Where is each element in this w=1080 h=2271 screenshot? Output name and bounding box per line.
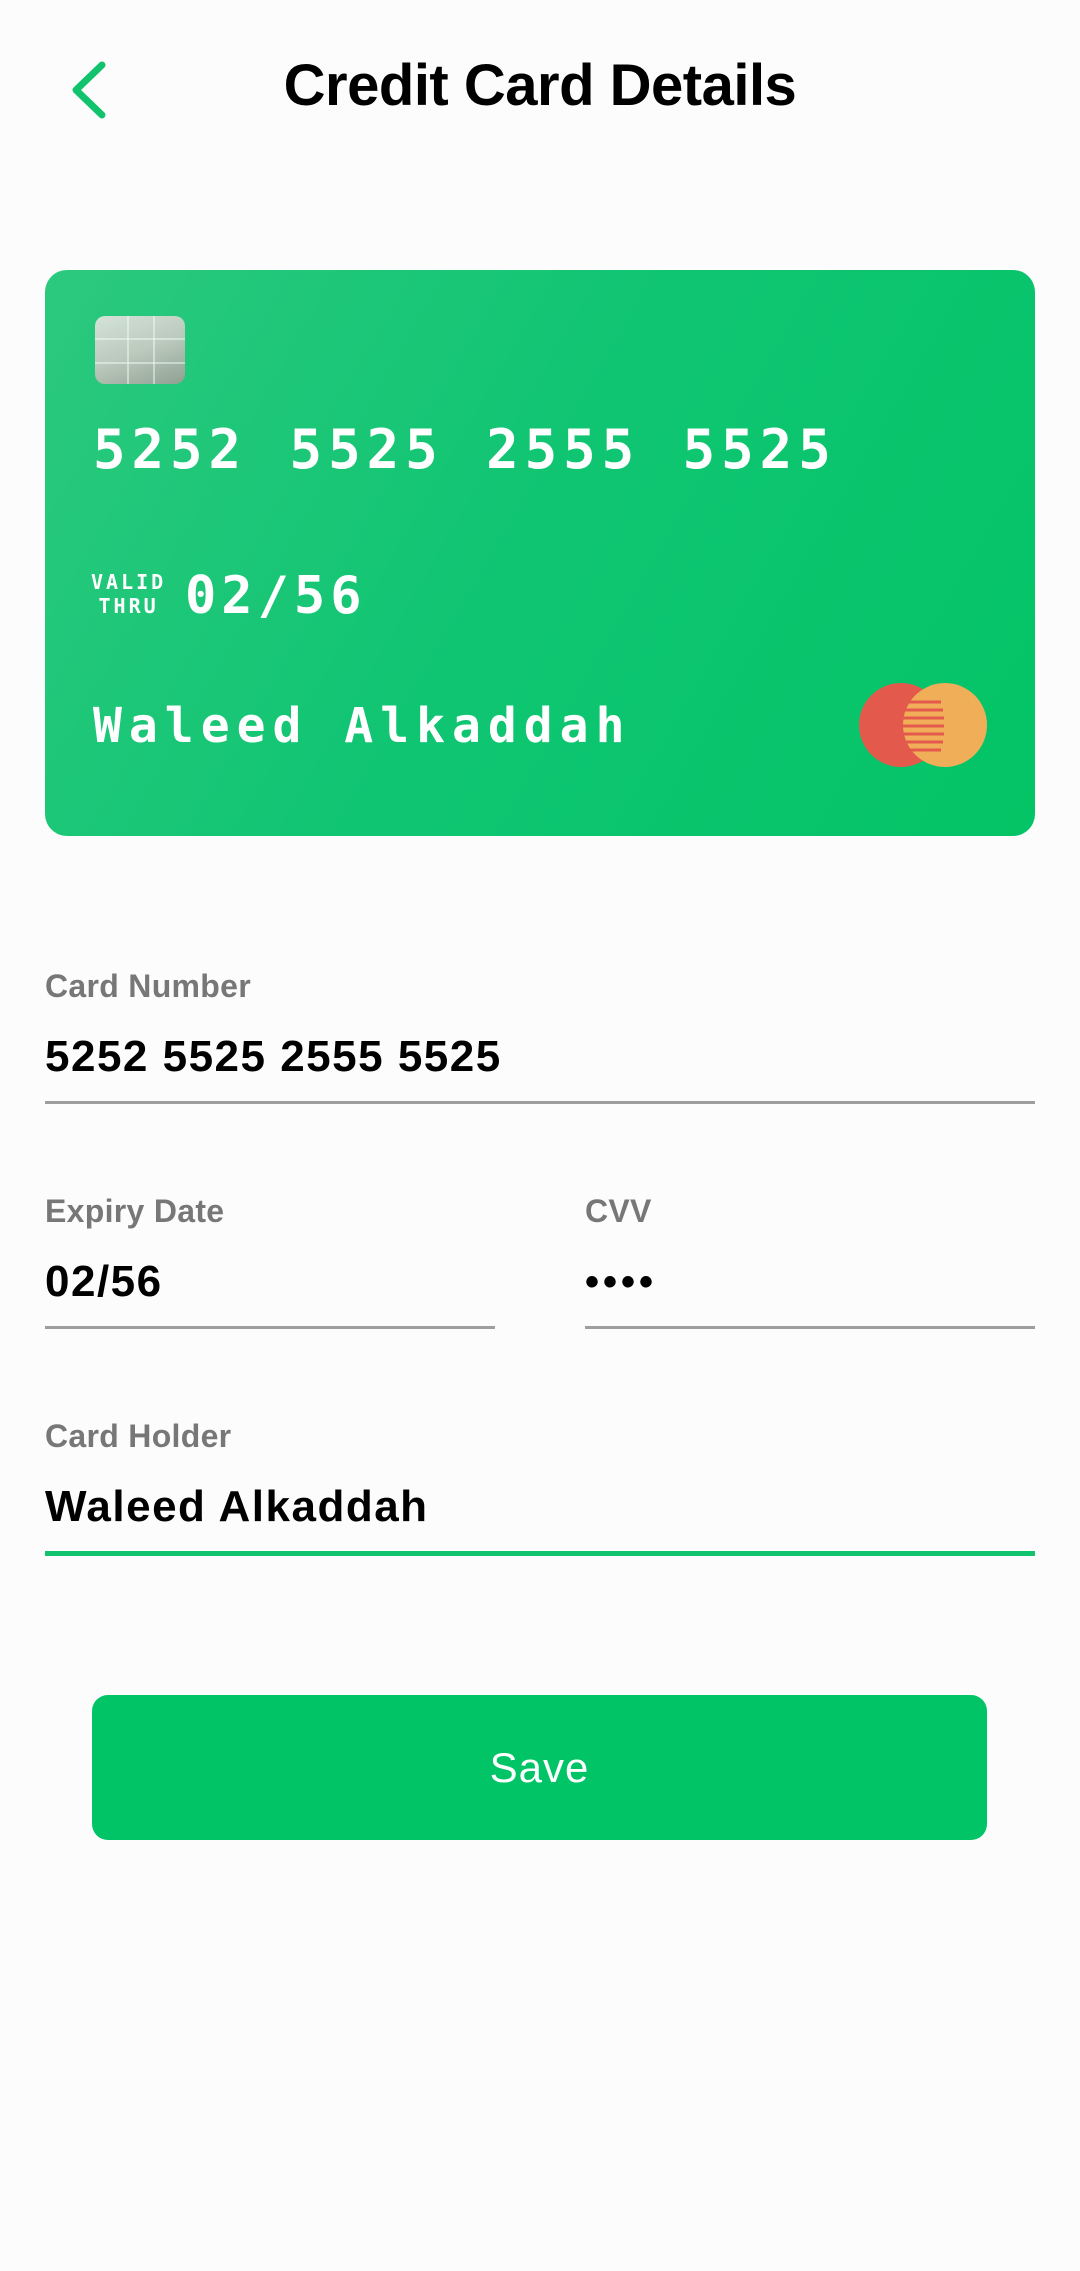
valid-thru-line2: THRU	[98, 594, 159, 618]
cvv-underline	[585, 1326, 1035, 1329]
mastercard-logo	[859, 683, 987, 767]
credit-card-details-screen: Credit Card Details 5252 5525 2555 5525 …	[0, 0, 1080, 2271]
cvv-field: CVV ••••	[585, 1193, 1035, 1329]
card-number-underline	[45, 1101, 1035, 1104]
expiry-date-label: Expiry Date	[45, 1193, 225, 1229]
cvv-input[interactable]: ••••	[585, 1252, 1035, 1312]
card-number-input[interactable]: 5252 5525 2555 5525	[45, 1027, 1035, 1087]
page-title: Credit Card Details	[283, 53, 797, 118]
card-holder-field: Card Holder Waleed Alkaddah	[45, 1418, 1035, 1556]
valid-thru-line1: VALID	[91, 570, 167, 594]
expiry-date-underline	[45, 1326, 495, 1329]
card-preview-expiry: 02/56	[185, 566, 367, 626]
expiry-date-field: Expiry Date 02/56	[45, 1193, 495, 1329]
card-holder-label: Card Holder	[45, 1418, 232, 1454]
valid-thru-label: VALID THRU	[91, 570, 166, 618]
cvv-label: CVV	[585, 1193, 652, 1229]
card-preview-number: 5252 5525 2555 5525	[93, 418, 837, 481]
card-number-field: Card Number 5252 5525 2555 5525	[45, 968, 1035, 1104]
card-holder-input[interactable]: Waleed Alkaddah	[45, 1477, 1035, 1537]
card-preview-holder: Waleed Alkaddah	[93, 698, 632, 754]
credit-card-preview: 5252 5525 2555 5525 VALID THRU 02/56 Wal…	[45, 270, 1035, 836]
expiry-date-input[interactable]: 02/56	[45, 1252, 495, 1312]
card-number-label: Card Number	[45, 968, 252, 1004]
save-button[interactable]: Save	[92, 1695, 987, 1840]
card-holder-underline	[45, 1551, 1035, 1556]
card-chip-icon	[95, 316, 185, 384]
